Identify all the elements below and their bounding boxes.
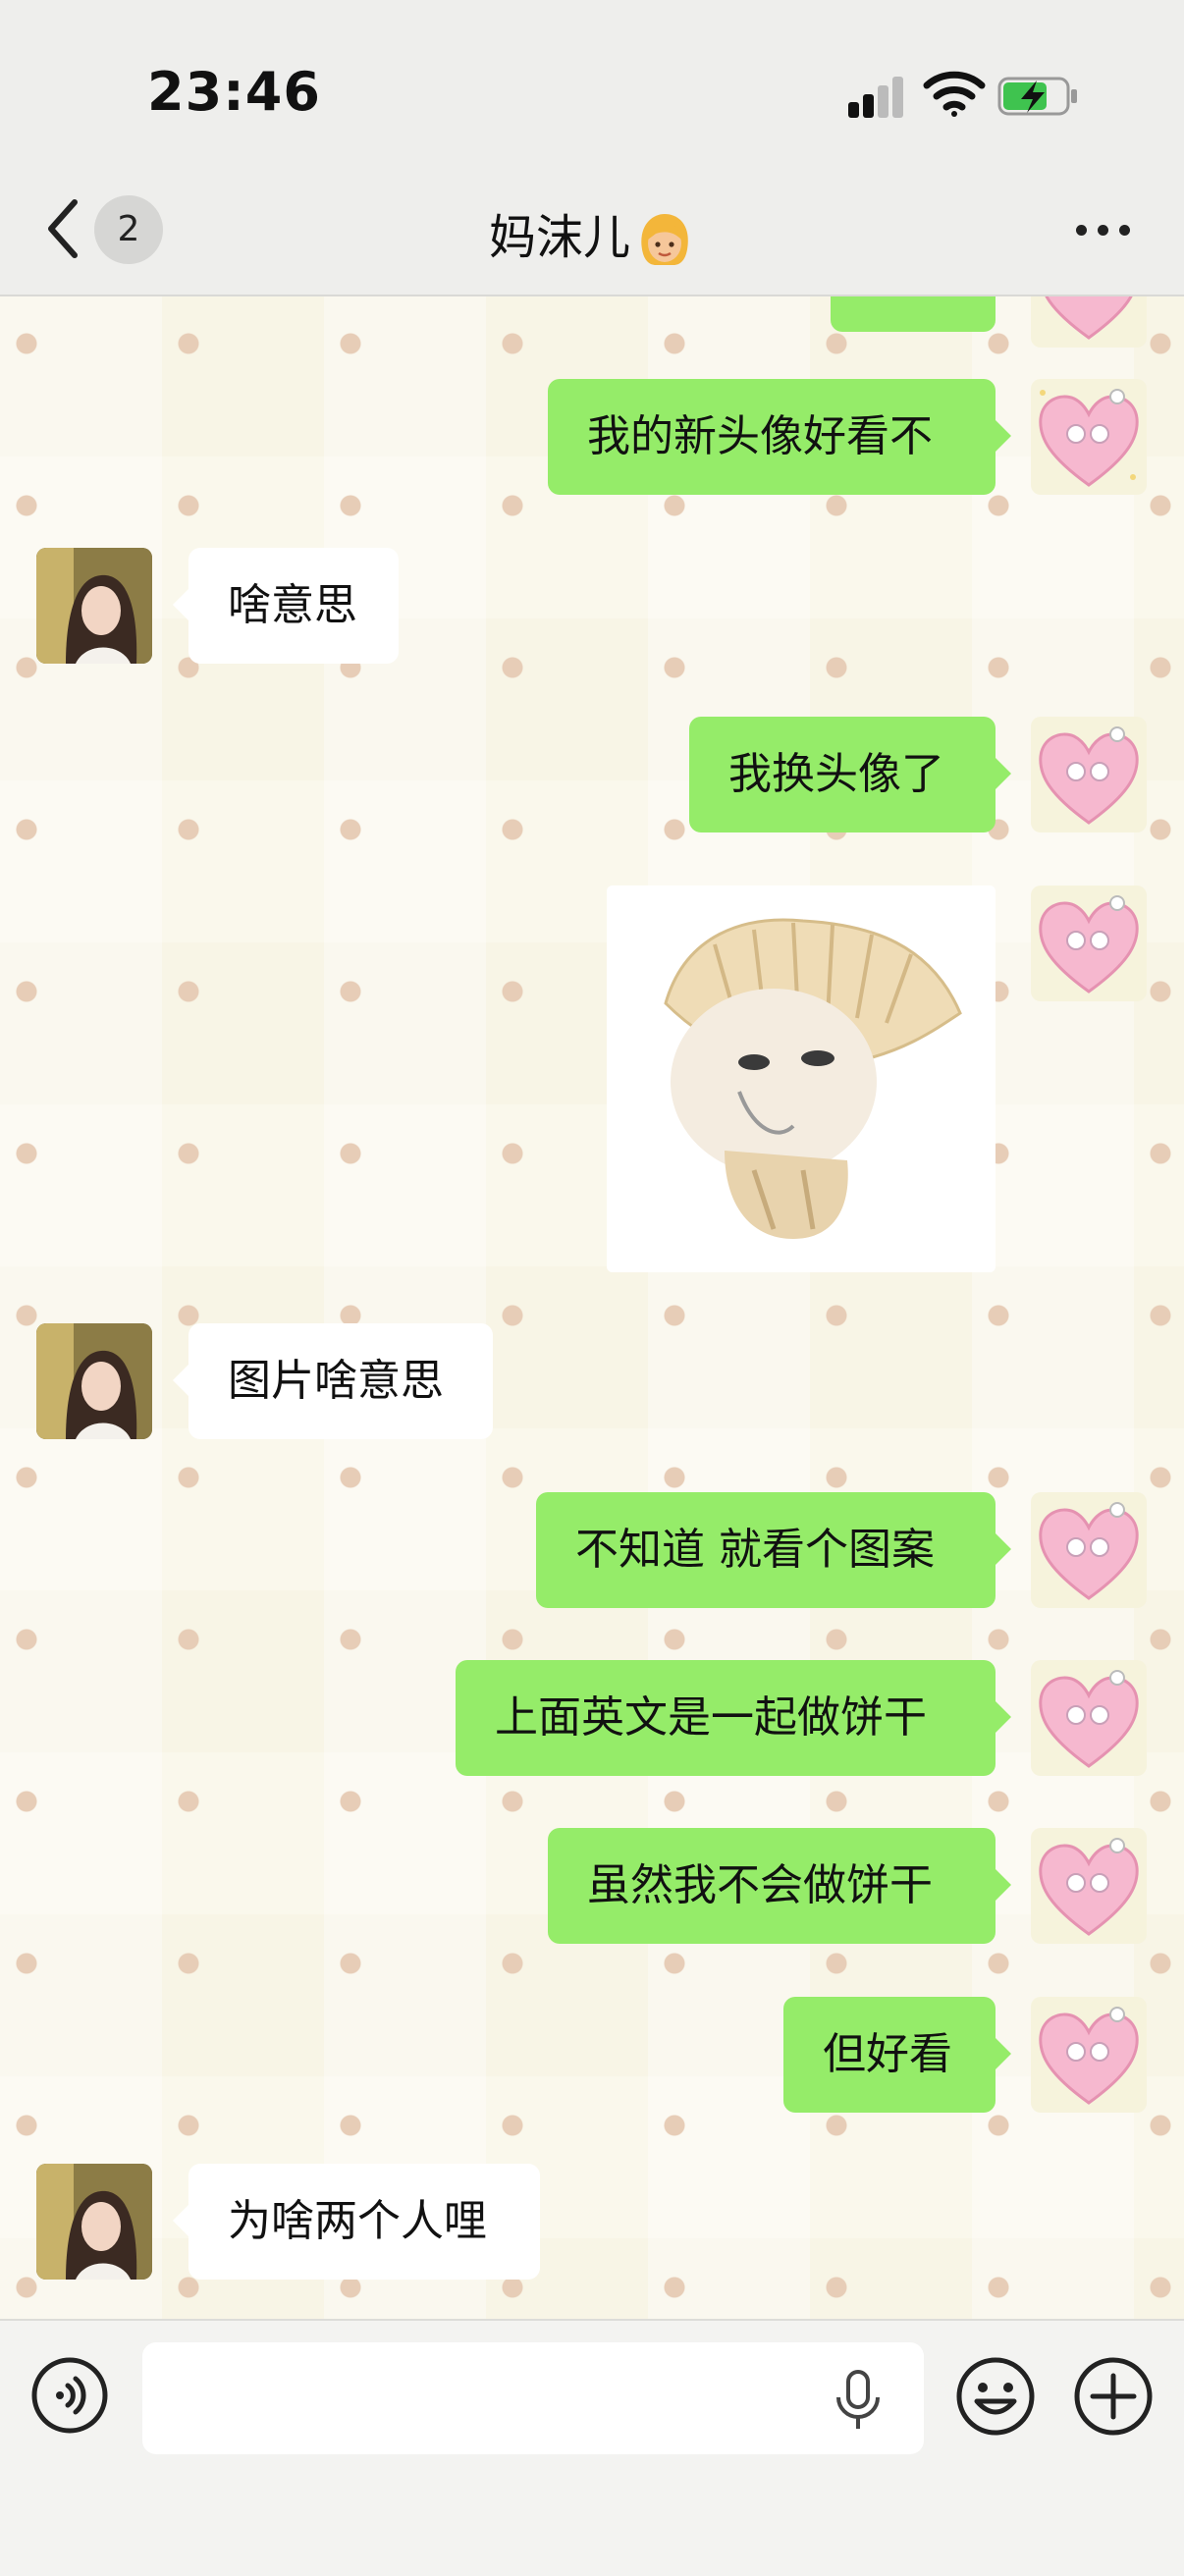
- plus-circle-icon[interactable]: [1073, 2356, 1154, 2437]
- my-avatar[interactable]: [1031, 295, 1147, 348]
- dumpling-meme-sticker: [607, 886, 996, 1272]
- image-message[interactable]: [607, 886, 996, 1272]
- top-bar: 23:46 2 妈沫儿: [0, 0, 1184, 296]
- contact-avatar[interactable]: [36, 2164, 152, 2280]
- message-bubble-mine[interactable]: 但好看: [783, 1997, 1011, 2113]
- contact-photo: [36, 548, 152, 664]
- message-bubble-contact[interactable]: 图片啥意思: [173, 1323, 493, 1439]
- heart-sticker-icon: [1039, 726, 1139, 825]
- status-time: 23:46: [147, 61, 321, 123]
- voice-mode-icon[interactable]: [30, 2356, 109, 2435]
- chat-title: 妈沫儿: [0, 198, 1184, 271]
- microphone-icon[interactable]: [833, 2368, 884, 2433]
- message-bubble-mine[interactable]: 虽然我不会做饼干: [548, 1828, 1011, 1944]
- contact-name: 妈沫儿: [488, 210, 630, 265]
- contact-photo: [36, 2164, 152, 2280]
- battery-charging-icon: [997, 77, 1077, 116]
- message-bubble-mine[interactable]: 我的新头像好看不: [548, 379, 1011, 495]
- more-options-icon[interactable]: [1076, 220, 1131, 240]
- input-bar: [0, 2319, 1184, 2576]
- my-avatar[interactable]: [1031, 1492, 1147, 1608]
- heart-sticker-icon: [1039, 1670, 1139, 1768]
- cellular-signal-icon: [848, 75, 905, 118]
- my-avatar[interactable]: [1031, 1828, 1147, 1944]
- my-avatar[interactable]: [1031, 1660, 1147, 1776]
- my-avatar[interactable]: [1031, 717, 1147, 832]
- chat-message-list[interactable]: 我的新头像好看不 啥意思 我换头像了 图片啥意思 不知道 就看个图案 上面英文是…: [0, 295, 1184, 2319]
- message-bubble-contact[interactable]: 为啥两个人哩: [173, 2164, 540, 2280]
- my-avatar[interactable]: [1031, 1997, 1147, 2113]
- smiley-icon[interactable]: [955, 2356, 1036, 2437]
- message-bubble-contact[interactable]: 啥意思: [173, 548, 399, 664]
- heart-sticker-icon: [1039, 1838, 1139, 1936]
- heart-sticker-icon: [1039, 389, 1139, 487]
- message-bubble-mine[interactable]: 我换头像了: [689, 717, 1011, 832]
- contact-avatar[interactable]: [36, 548, 152, 664]
- message-input[interactable]: [142, 2342, 924, 2454]
- heart-sticker-icon: [1039, 895, 1139, 993]
- my-avatar[interactable]: [1031, 379, 1147, 495]
- partial-message-bubble: [831, 295, 996, 332]
- heart-sticker-icon: [1039, 2007, 1139, 2105]
- my-avatar[interactable]: [1031, 886, 1147, 1001]
- heart-sticker-icon: [1044, 295, 1134, 340]
- message-bubble-mine[interactable]: 上面英文是一起做饼干: [456, 1660, 1011, 1776]
- woman-emoji-icon: [641, 214, 688, 265]
- contact-avatar[interactable]: [36, 1323, 152, 1439]
- message-bubble-mine[interactable]: 不知道 就看个图案: [536, 1492, 1011, 1608]
- wifi-icon: [923, 71, 986, 117]
- heart-sticker-icon: [1039, 1502, 1139, 1600]
- contact-photo: [36, 1323, 152, 1439]
